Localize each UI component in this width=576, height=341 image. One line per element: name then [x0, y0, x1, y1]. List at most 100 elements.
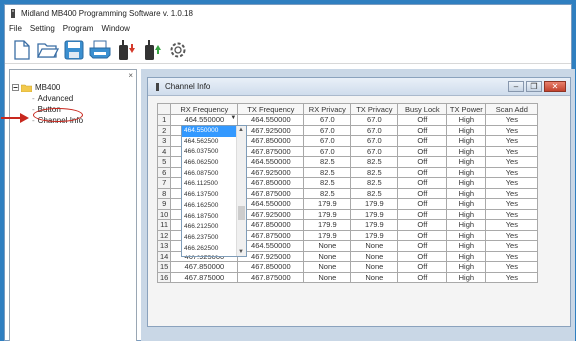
table-cell[interactable]: 467.925000	[237, 208, 305, 220]
table-cell[interactable]: Off	[397, 250, 448, 262]
table-cell[interactable]: Off	[397, 229, 448, 241]
table-cell[interactable]: 67.0	[350, 124, 399, 136]
table-cell[interactable]: 67.0	[303, 124, 352, 136]
table-cell[interactable]: 67.0	[303, 135, 352, 147]
table-cell[interactable]: Off	[397, 208, 448, 220]
table-cell[interactable]: None	[303, 271, 352, 283]
table-cell[interactable]: 467.850000	[237, 219, 305, 231]
table-cell[interactable]: None	[350, 250, 399, 262]
table-cell[interactable]: Off	[397, 124, 448, 136]
table-cell[interactable]: High	[446, 208, 487, 220]
menu-program[interactable]: Program	[59, 24, 98, 33]
table-cell[interactable]: Yes	[485, 229, 539, 241]
table-cell[interactable]: 67.0	[303, 114, 352, 126]
table-cell[interactable]: Yes	[485, 135, 539, 147]
table-cell[interactable]: 82.5	[303, 166, 352, 178]
table-cell[interactable]: None	[303, 250, 352, 262]
table-cell[interactable]: 82.5	[303, 187, 352, 199]
header-scan-add[interactable]: Scan Add	[485, 103, 539, 115]
settings-gear-icon[interactable]	[167, 39, 189, 61]
table-row[interactable]: 15 467.850000 467.850000 None None Off High Yes	[156, 261, 539, 273]
table-cell[interactable]: Yes	[485, 177, 539, 189]
table-cell[interactable]: Yes	[485, 250, 539, 262]
table-cell[interactable]: 179.9	[303, 229, 352, 241]
table-cell[interactable]: 67.0	[303, 145, 352, 157]
table-cell[interactable]: 467.875000	[237, 187, 305, 199]
header-rx-frequency[interactable]: RX Frequency	[170, 103, 239, 115]
print-icon[interactable]	[89, 39, 111, 61]
table-row[interactable]: 1 464.550000 ▼ 464.550000 67.0 67.0 Off High Yes	[156, 114, 539, 126]
table-cell[interactable]: 467.875000	[237, 271, 305, 283]
table-cell[interactable]: 67.0	[350, 145, 399, 157]
table-cell[interactable]: 464.550000 ▼	[170, 114, 239, 126]
table-cell[interactable]: 467.850000	[237, 135, 305, 147]
table-cell[interactable]: High	[446, 271, 487, 283]
table-cell[interactable]: Yes	[485, 198, 539, 210]
table-cell[interactable]: Off	[397, 166, 448, 178]
table-cell[interactable]: High	[446, 219, 487, 231]
table-cell[interactable]: Yes	[485, 114, 539, 126]
table-cell[interactable]: High	[446, 198, 487, 210]
table-cell[interactable]: High	[446, 187, 487, 199]
table-cell[interactable]: Off	[397, 145, 448, 157]
table-cell[interactable]: Yes	[485, 261, 539, 273]
table-cell[interactable]: Off	[397, 271, 448, 283]
table-cell[interactable]: 179.9	[350, 229, 399, 241]
table-cell[interactable]: 467.875000	[237, 229, 305, 241]
table-cell[interactable]: Off	[397, 114, 448, 126]
table-cell[interactable]: High	[446, 135, 487, 147]
table-cell[interactable]: 467.925000	[237, 166, 305, 178]
table-cell[interactable]: None	[350, 271, 399, 283]
table-cell[interactable]: Yes	[485, 124, 539, 136]
table-cell[interactable]: High	[446, 114, 487, 126]
restore-button[interactable]: ❐	[526, 81, 542, 92]
table-cell[interactable]: 82.5	[303, 177, 352, 189]
table-cell[interactable]: None	[350, 240, 399, 252]
table-cell[interactable]: High	[446, 166, 487, 178]
table-cell[interactable]: High	[446, 124, 487, 136]
table-cell[interactable]: High	[446, 156, 487, 168]
table-cell[interactable]: 67.0	[350, 135, 399, 147]
header-rx-privacy[interactable]: RX Privacy	[303, 103, 352, 115]
table-cell[interactable]: 179.9	[350, 208, 399, 220]
table-cell[interactable]: 179.9	[303, 198, 352, 210]
table-cell[interactable]: 464.550000	[237, 240, 305, 252]
rx-frequency-dropdown-list[interactable]: 464.550000 464.562500 466.037500 466.062500…	[181, 125, 247, 257]
table-cell[interactable]: 179.9	[350, 219, 399, 231]
table-cell[interactable]: Yes	[485, 156, 539, 168]
table-cell[interactable]: Yes	[485, 145, 539, 157]
table-cell[interactable]: Yes	[485, 271, 539, 283]
table-cell[interactable]: Off	[397, 156, 448, 168]
table-cell[interactable]: Yes	[485, 240, 539, 252]
table-cell[interactable]: Yes	[485, 166, 539, 178]
minimize-button[interactable]: –	[508, 81, 524, 92]
table-cell[interactable]: 467.850000	[237, 261, 305, 273]
table-cell[interactable]: Yes	[485, 219, 539, 231]
close-button[interactable]: ✕	[544, 81, 566, 92]
menu-setting[interactable]: Setting	[26, 24, 59, 33]
table-cell[interactable]: Off	[397, 198, 448, 210]
table-cell[interactable]: High	[446, 250, 487, 262]
collapse-icon[interactable]	[12, 84, 19, 91]
table-cell[interactable]: 179.9	[303, 208, 352, 220]
header-busy-lock[interactable]: Busy Lock	[397, 103, 448, 115]
table-cell[interactable]: 467.850000	[237, 177, 305, 189]
table-cell[interactable]: 464.550000	[237, 198, 305, 210]
table-cell[interactable]: High	[446, 177, 487, 189]
table-cell[interactable]: Off	[397, 177, 448, 189]
table-cell[interactable]: Off	[397, 240, 448, 252]
table-cell[interactable]: 467.875000	[237, 145, 305, 157]
table-cell[interactable]: 467.925000	[237, 250, 305, 262]
open-folder-icon[interactable]	[37, 39, 59, 61]
table-cell[interactable]: 179.9	[350, 198, 399, 210]
tree-root-mb400[interactable]: MB400	[12, 82, 83, 93]
scroll-up-icon[interactable]: ▲	[238, 127, 244, 133]
table-cell[interactable]: 82.5	[350, 177, 399, 189]
table-cell[interactable]: 467.850000	[170, 261, 239, 273]
combo-dropdown-icon[interactable]: ▼	[230, 115, 236, 121]
header-tx-privacy[interactable]: TX Privacy	[350, 103, 399, 115]
table-cell[interactable]: 82.5	[303, 156, 352, 168]
table-cell[interactable]: 467.925000	[237, 124, 305, 136]
new-icon[interactable]	[11, 39, 33, 61]
scroll-down-icon[interactable]: ▼	[238, 249, 244, 255]
